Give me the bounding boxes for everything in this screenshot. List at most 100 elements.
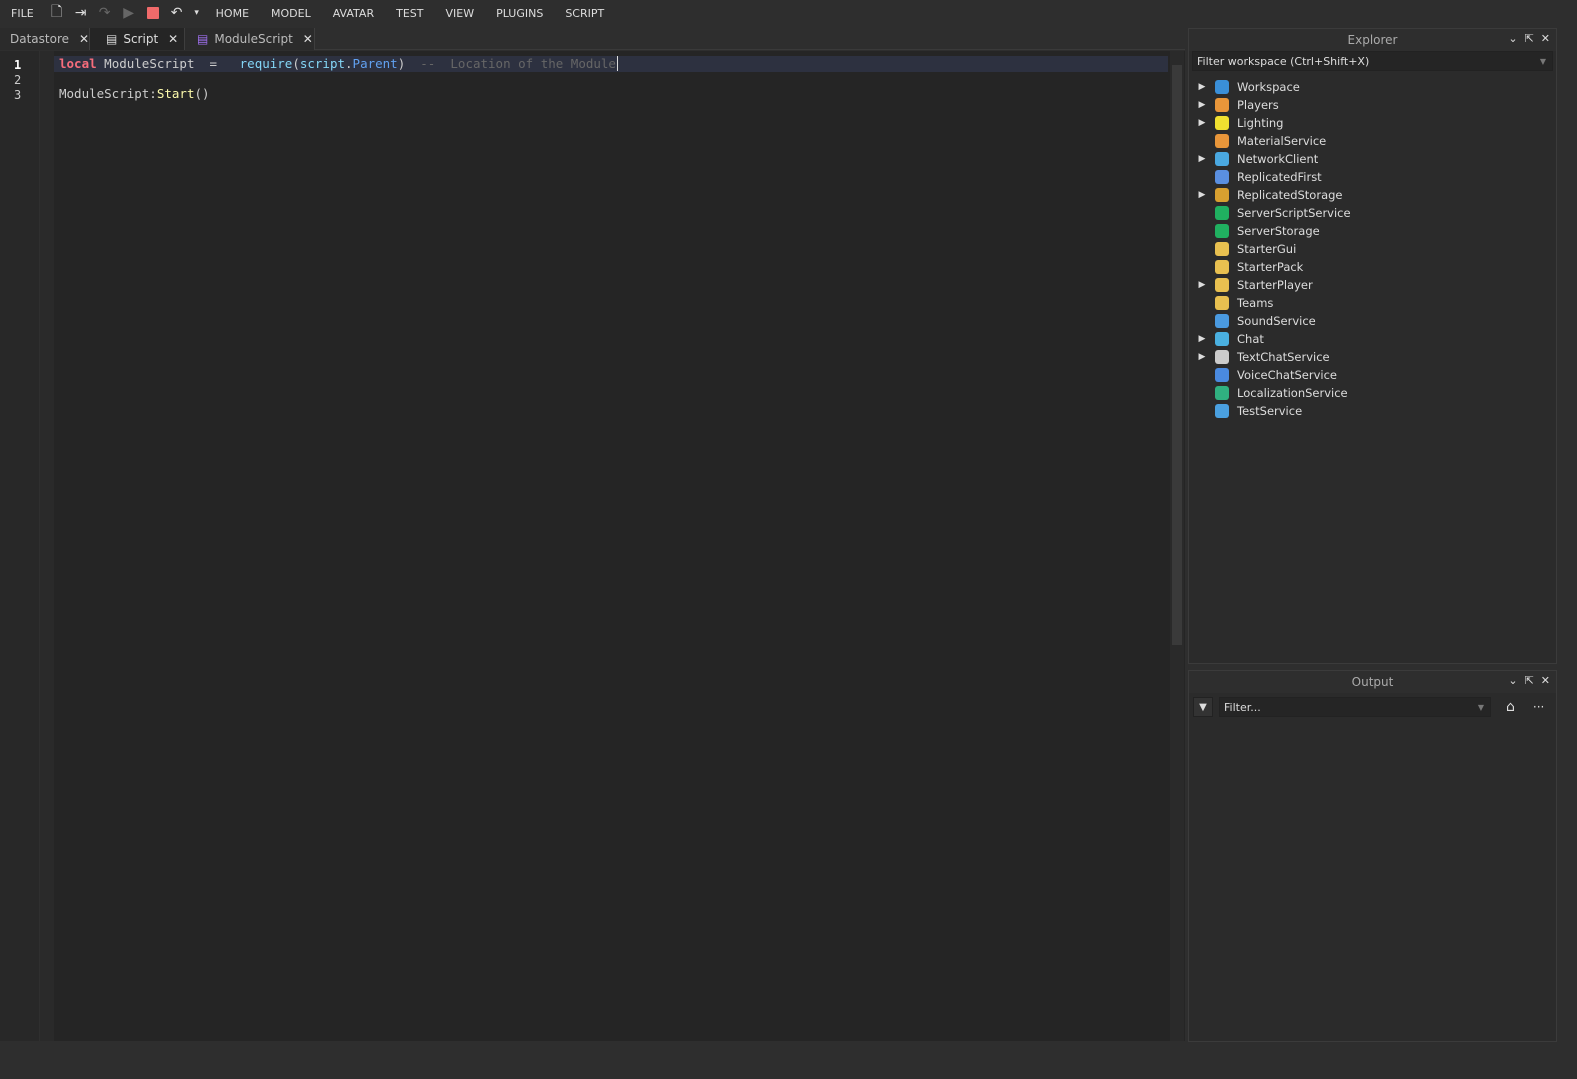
menu-script[interactable]: SCRIPT	[554, 7, 615, 20]
tree-item-voicechatservice[interactable]: VoiceChatService	[1189, 366, 1556, 384]
tree-item-starterpack[interactable]: StarterPack	[1189, 258, 1556, 276]
networkclient-icon	[1215, 152, 1229, 166]
module-script-icon: ▤	[197, 32, 209, 46]
dropdown-icon[interactable]: ▼	[1540, 57, 1546, 66]
customize-chevron-icon[interactable]: ▾	[191, 3, 203, 23]
tree-item-chat[interactable]: ▶ Chat	[1189, 330, 1556, 348]
tree-item-teams[interactable]: Teams	[1189, 294, 1556, 312]
expand-arrow-icon[interactable]: ▶	[1189, 280, 1215, 290]
materialservice-icon	[1215, 134, 1229, 148]
line-number: 1	[14, 58, 22, 72]
tree-item-materialservice[interactable]: MaterialService	[1189, 132, 1556, 150]
tree-item-testservice[interactable]: TestService	[1189, 402, 1556, 420]
output-panel: Output ⌄ ⇱ ✕ ▼ Filter... ▼ ⌂ ···	[1188, 670, 1557, 1042]
tree-item-textchatservice[interactable]: ▶ TextChatService	[1189, 348, 1556, 366]
close-icon[interactable]: ✕	[1541, 674, 1550, 687]
chevron-down-icon[interactable]: ⌄	[1508, 674, 1517, 687]
menu-test[interactable]: TEST	[385, 7, 434, 20]
tree-item-label: TestService	[1237, 404, 1303, 418]
tree-item-soundservice[interactable]: SoundService	[1189, 312, 1556, 330]
expand-arrow-icon[interactable]: ▶	[1189, 334, 1215, 344]
filter-icon[interactable]: ▼	[1193, 697, 1213, 717]
open-file-icon[interactable]: ⇥	[71, 3, 91, 23]
filter-placeholder: Filter workspace (Ctrl+Shift+X)	[1197, 54, 1370, 68]
replicatedstorage-icon	[1215, 188, 1229, 202]
tree-item-replicatedstorage[interactable]: ▶ ReplicatedStorage	[1189, 186, 1556, 204]
menu-view[interactable]: VIEW	[434, 7, 485, 20]
tree-item-label: MaterialService	[1237, 134, 1327, 148]
players-icon	[1215, 98, 1229, 112]
close-icon[interactable]: ✕	[79, 32, 89, 46]
localizationservice-icon	[1215, 386, 1229, 400]
paren: (	[292, 56, 300, 71]
tree-item-serverstorage[interactable]: ServerStorage	[1189, 222, 1556, 240]
tree-item-label: ReplicatedStorage	[1237, 188, 1343, 202]
tree-item-label: ServerScriptService	[1237, 206, 1351, 220]
method-name: Start	[156, 86, 195, 101]
tree-item-starterplayer[interactable]: ▶ StarterPlayer	[1189, 276, 1556, 294]
comment: -- Location of the Module	[405, 56, 616, 71]
play-icon[interactable]: ▶	[119, 3, 139, 23]
voicechatservice-icon	[1215, 368, 1229, 382]
close-icon[interactable]: ✕	[303, 32, 313, 46]
identifier: script	[299, 56, 346, 71]
menu-home[interactable]: HOME	[205, 7, 260, 20]
tree-item-workspace[interactable]: ▶ Workspace	[1189, 78, 1556, 96]
tree-item-lighting[interactable]: ▶ Lighting	[1189, 114, 1556, 132]
expand-arrow-icon[interactable]: ▶	[1189, 352, 1215, 362]
clear-output-broom-icon[interactable]: ⌂	[1506, 699, 1515, 715]
property: Parent	[352, 56, 398, 71]
tree-item-localizationservice[interactable]: LocalizationService	[1189, 384, 1556, 402]
menu-model[interactable]: MODEL	[260, 7, 322, 20]
expand-arrow-icon[interactable]: ▶	[1189, 190, 1215, 200]
tab-datastore[interactable]: Datastore ✕	[0, 28, 90, 50]
soundservice-icon	[1215, 314, 1229, 328]
tab-modulescript[interactable]: ▤ ModuleScript ✕	[185, 28, 315, 50]
tab-label: Script	[123, 32, 159, 46]
starterpack-icon	[1215, 260, 1229, 274]
undo-icon[interactable]: ↶	[167, 3, 187, 23]
vertical-scrollbar[interactable]	[1170, 51, 1184, 1041]
tree-item-networkclient[interactable]: ▶ NetworkClient	[1189, 150, 1556, 168]
dropdown-icon[interactable]: ▼	[1478, 703, 1484, 712]
tree-item-replicatedfirst[interactable]: ReplicatedFirst	[1189, 168, 1556, 186]
line-number: 3	[14, 88, 22, 102]
redo-icon[interactable]: ↷	[95, 3, 115, 23]
menu-file[interactable]: FILE	[0, 7, 45, 20]
explorer-tree: ▶ Workspace ▶ Players ▶ Lighting MaterialServi…	[1189, 71, 1556, 420]
close-icon[interactable]: ✕	[1541, 32, 1550, 45]
explorer-filter-input[interactable]: Filter workspace (Ctrl+Shift+X) ▼	[1192, 51, 1553, 71]
code-line-1: local ModuleScript = require(script.Pare…	[59, 56, 618, 71]
expand-arrow-icon[interactable]: ▶	[1189, 82, 1215, 92]
tree-item-label: VoiceChatService	[1237, 368, 1337, 382]
replicatedfirst-icon	[1215, 170, 1229, 184]
close-icon[interactable]: ✕	[168, 32, 178, 46]
output-filter-input[interactable]: Filter... ▼	[1219, 697, 1491, 717]
tree-item-serverscriptservice[interactable]: ServerScriptService	[1189, 204, 1556, 222]
expand-arrow-icon[interactable]: ▶	[1189, 154, 1215, 164]
undock-icon[interactable]: ⇱	[1525, 674, 1534, 687]
chevron-down-icon[interactable]: ⌄	[1508, 32, 1517, 45]
tree-item-startergui[interactable]: StarterGui	[1189, 240, 1556, 258]
stop-icon[interactable]	[143, 3, 163, 23]
startergui-icon	[1215, 242, 1229, 256]
serverstorage-icon	[1215, 224, 1229, 238]
tree-item-label: StarterGui	[1237, 242, 1297, 256]
menu-avatar[interactable]: AVATAR	[322, 7, 385, 20]
identifier: ModuleScript =	[96, 56, 240, 71]
expand-arrow-icon[interactable]: ▶	[1189, 118, 1215, 128]
workspace-icon	[1215, 80, 1229, 94]
panel-title: Explorer	[1347, 33, 1398, 47]
tab-script[interactable]: ▤ Script ✕	[90, 28, 185, 50]
expand-arrow-icon[interactable]: ▶	[1189, 100, 1215, 110]
new-file-icon[interactable]: 🗋	[47, 3, 67, 23]
more-options-button[interactable]: ···	[1533, 700, 1544, 714]
menu-plugins[interactable]: PLUGINS	[485, 7, 554, 20]
tree-item-players[interactable]: ▶ Players	[1189, 96, 1556, 114]
undock-icon[interactable]: ⇱	[1525, 32, 1534, 45]
line-number-gutter	[0, 51, 40, 1041]
editor-tabs: Datastore ✕ ▤ Script ✕ ▤ ModuleScript ✕	[0, 28, 1185, 50]
scrollbar-thumb[interactable]	[1172, 65, 1182, 645]
code-editor[interactable]: 1 2 3 local ModuleScript = require(scrip…	[0, 51, 1185, 1041]
tree-item-label: StarterPack	[1237, 260, 1304, 274]
